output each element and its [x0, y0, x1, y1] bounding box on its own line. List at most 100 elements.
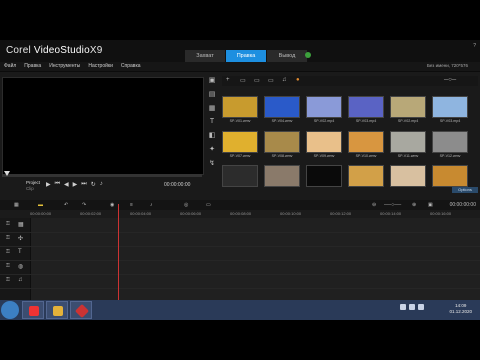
record-icon[interactable]: ◉ — [110, 202, 114, 208]
media-thumbnail[interactable] — [264, 165, 300, 196]
timeline-view-icon[interactable]: ▬ — [38, 202, 43, 208]
media-thumbnail[interactable]: SP-V07.wmv — [222, 130, 258, 162]
voice-track[interactable]: ⚿ ◍ — [0, 260, 480, 275]
media-thumbnail[interactable] — [306, 165, 342, 196]
redo-icon[interactable]: ↷ — [82, 202, 86, 208]
thumbnail-image — [390, 165, 426, 188]
media-thumbnail[interactable] — [222, 165, 258, 196]
clip-mode-label[interactable]: Clip — [26, 186, 34, 191]
import-icon[interactable]: ▭ — [240, 77, 246, 84]
photo-filter-icon[interactable]: ▭ — [268, 77, 274, 84]
media-thumbnail[interactable]: SP-V09.wmv — [306, 130, 342, 162]
media-thumbnail[interactable]: SP-V12.wmv — [432, 130, 468, 162]
thumbnail-image — [348, 130, 384, 153]
media-thumbnail[interactable]: SP-V03.mp4 — [348, 96, 384, 127]
next-frame-icon[interactable]: ▶ — [73, 181, 78, 188]
video-filter-icon[interactable]: ▭ — [254, 77, 260, 84]
timeline-timecode[interactable]: 00:00:00:00 — [450, 202, 476, 208]
ruler-mark: 00:00:14:00 — [380, 211, 402, 216]
storyboard-view-icon[interactable]: ▦ — [14, 202, 19, 208]
instant-project-icon[interactable]: ▤ — [209, 90, 216, 98]
taskbar-clock[interactable]: 14:09 01.12.2020 — [449, 303, 472, 315]
zoom-in-icon[interactable]: ⊕ — [412, 202, 416, 208]
app-window: Corel VideoStudioX9 Захват Правка Вывод … — [0, 40, 480, 300]
tray-flag-icon[interactable] — [400, 304, 406, 310]
menu-help[interactable]: Справка — [121, 63, 141, 69]
lock-icon[interactable]: ⚿ — [6, 277, 10, 283]
media-thumbnail[interactable]: SP-V04.wmv — [264, 96, 300, 127]
thumbnail-label — [390, 187, 426, 193]
preview-scrubber[interactable] — [2, 174, 202, 177]
volume-icon[interactable]: ♪ — [100, 181, 103, 188]
tab-capture[interactable]: Захват — [185, 50, 226, 62]
filter-icon[interactable]: ✦ — [209, 145, 215, 153]
lock-icon[interactable]: ⚿ — [6, 263, 10, 269]
media-thumbnail[interactable]: SP-V08.wmv — [264, 130, 300, 162]
menu-tools[interactable]: Инструменты — [49, 63, 80, 69]
menu-edit[interactable]: Правка — [24, 63, 41, 69]
zoom-slider-icon[interactable]: ─○─ — [444, 77, 456, 83]
timeline-tracks[interactable]: ⚿ ▦ ⚿ ✣ ⚿ T ⚿ ◍ ⚿ ♫ — [0, 218, 480, 300]
repeat-icon[interactable]: ↻ — [91, 181, 96, 188]
thumbnail-label: SP-V03.mp4 — [355, 119, 377, 123]
media-thumbnail[interactable]: SP-V01.wmv — [222, 96, 258, 127]
title-icon[interactable]: T — [210, 118, 214, 125]
tab-edit[interactable]: Правка — [226, 50, 267, 62]
lock-icon[interactable]: ⚿ — [6, 235, 10, 241]
video-track[interactable]: ⚿ ▦ — [0, 218, 480, 233]
media-thumbnail[interactable]: SP-V03.mp4 — [432, 96, 468, 127]
graphic-icon[interactable]: ◧ — [209, 131, 216, 139]
play-icon[interactable]: ▶ — [46, 181, 51, 188]
help-icon[interactable]: ? — [473, 43, 476, 49]
start-button[interactable] — [1, 301, 19, 319]
add-folder-icon[interactable]: + — [226, 77, 230, 83]
motion-tracking-icon[interactable]: ◎ — [184, 202, 188, 208]
tray-network-icon[interactable] — [409, 304, 415, 310]
auto-music-icon[interactable]: ♪ — [150, 202, 153, 208]
thumbnail-label: SP-V07.wmv — [229, 153, 251, 158]
zoom-slider[interactable]: ──○── — [384, 202, 401, 208]
windows-taskbar: 14:09 01.12.2020 — [0, 300, 480, 320]
tray-volume-icon[interactable] — [418, 304, 424, 310]
media-thumbnail[interactable] — [348, 165, 384, 196]
transition-icon[interactable]: ▦ — [209, 104, 216, 112]
preview-timecode[interactable]: 00:00:00:00 — [164, 182, 190, 188]
lock-icon[interactable]: ⚿ — [6, 249, 10, 255]
end-icon[interactable]: ⏭ — [81, 181, 86, 188]
media-thumbnail[interactable]: SP-V10.wmv — [348, 130, 384, 162]
tab-share[interactable]: Вывод — [267, 50, 308, 62]
subtitle-icon[interactable]: ▭ — [206, 202, 211, 208]
upload-icon[interactable] — [305, 52, 311, 58]
zoom-out-icon[interactable]: ⊖ — [372, 202, 376, 208]
undo-icon[interactable]: ↶ — [64, 202, 68, 208]
overlay-track[interactable]: ⚿ ✣ — [0, 232, 480, 247]
fit-timeline-icon[interactable]: ▣ — [428, 202, 433, 208]
audio-filter-icon[interactable]: ♫ — [282, 77, 287, 83]
project-mode-label[interactable]: Project — [26, 180, 40, 185]
scrubber-handle[interactable] — [4, 171, 10, 176]
timeline-playhead[interactable] — [118, 204, 119, 300]
menu-settings[interactable]: Настройки — [88, 63, 113, 69]
taskbar-chrome[interactable] — [22, 301, 44, 319]
music-track[interactable]: ⚿ ♫ — [0, 274, 480, 289]
taskbar-videostudio[interactable] — [70, 301, 92, 319]
media-thumbnail[interactable]: SP-V11.wmv — [390, 130, 426, 162]
prev-frame-icon[interactable]: ◀ — [64, 181, 69, 188]
lock-icon[interactable]: ⚿ — [6, 221, 10, 227]
menu-file[interactable]: Файл — [4, 63, 16, 69]
media-thumbnail[interactable]: SP-V02.mp4 — [306, 96, 342, 127]
title-track[interactable]: ⚿ T — [0, 246, 480, 261]
home-icon[interactable]: ⏮ — [55, 181, 60, 188]
options-button[interactable]: Options — [452, 187, 478, 193]
sort-icon[interactable]: ● — [296, 77, 300, 83]
media-thumbnail[interactable] — [390, 165, 426, 196]
thumbnail-image — [348, 165, 384, 188]
path-icon[interactable]: ↯ — [209, 159, 215, 167]
taskbar-explorer[interactable] — [46, 301, 68, 319]
preview-window[interactable] — [2, 77, 204, 175]
ruler-mark: 00:00:10:00 — [280, 211, 302, 216]
mixer-icon[interactable]: ≡ — [130, 202, 133, 208]
media-icon[interactable]: ▣ — [209, 76, 216, 84]
media-thumbnail[interactable]: SP-V02.mp4 — [390, 96, 426, 127]
ruler-mark: 00:00:16:00 — [430, 211, 452, 216]
